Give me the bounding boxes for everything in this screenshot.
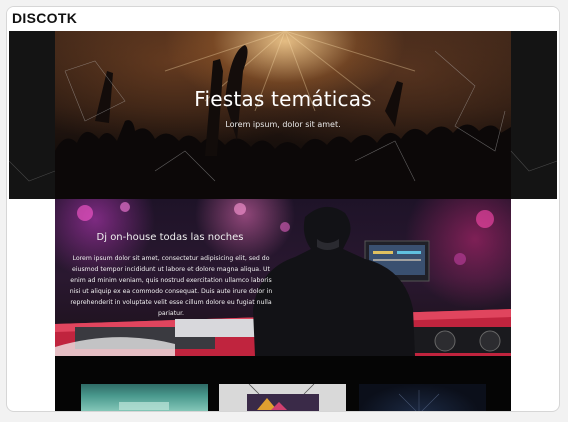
gallery-section (55, 356, 511, 411)
hero-subtitle: Lorem ipsum, dolor sit amet. (225, 120, 341, 129)
gallery-card[interactable] (81, 384, 208, 411)
dj-section: Dj on-house todas las noches Lorem ipsum… (55, 199, 511, 356)
hero-banner: Fiestas temáticas Lorem ipsum, dolor sit… (9, 31, 557, 199)
site-header: DISCOTK (7, 7, 559, 29)
dj-title: Dj on-house todas las noches (96, 232, 244, 243)
dj-description: Lorem ipsum dolor sit amet, consectetur … (69, 255, 273, 317)
browser-window: DISCOTK Fiestas temáticas Lorem ipsum, d… (6, 6, 560, 412)
gallery-card[interactable] (219, 384, 346, 411)
hero-title: Fiestas temáticas (194, 87, 372, 111)
site-logo[interactable]: DISCOTK (12, 10, 77, 26)
gallery-card[interactable] (359, 384, 486, 411)
